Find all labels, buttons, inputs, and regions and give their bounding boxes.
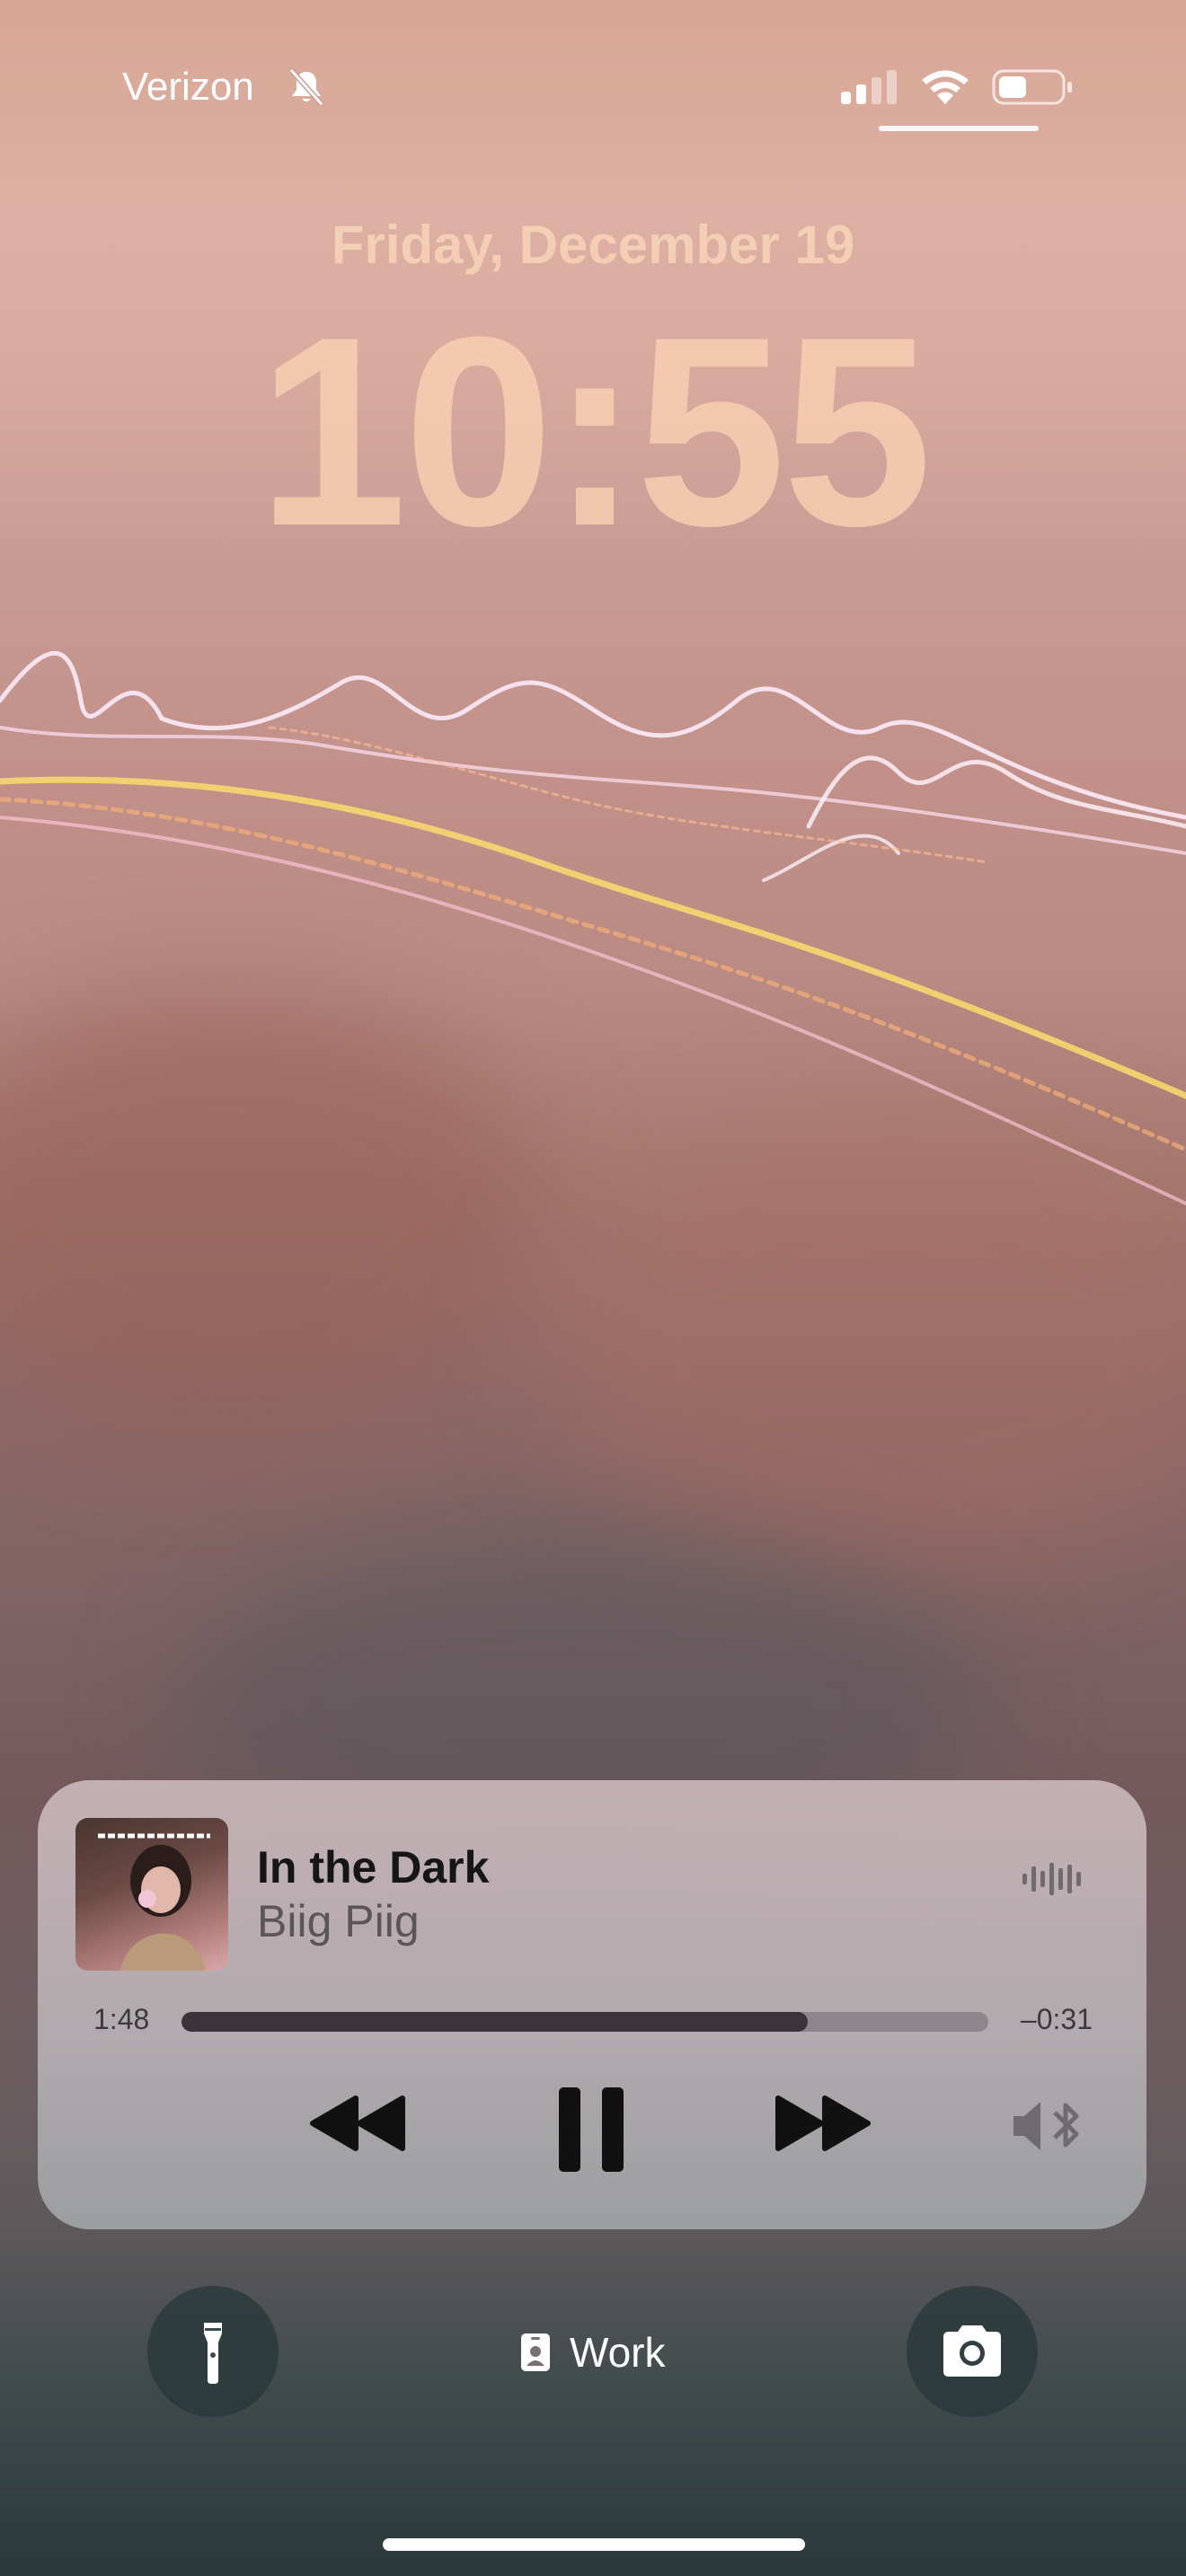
- progress-fill: [181, 2012, 808, 2032]
- camera-button[interactable]: [907, 2286, 1038, 2417]
- pause-icon[interactable]: [557, 2086, 625, 2174]
- flashlight-icon: [204, 2323, 222, 2384]
- waveform-icon[interactable]: [1022, 1859, 1082, 1899]
- cellular-signal-icon: [841, 70, 897, 104]
- remaining-time: –0:31: [1020, 2003, 1093, 2035]
- wallpaper-light-streaks: [0, 651, 1186, 1205]
- progress-scrubber[interactable]: [181, 2012, 988, 2032]
- status-underline: [879, 126, 1039, 131]
- lock-date: Friday, December 19: [331, 215, 855, 275]
- fast-forward-icon[interactable]: [774, 2095, 872, 2152]
- wifi-icon: [922, 70, 969, 104]
- album-artwork[interactable]: [75, 1818, 228, 1971]
- lock-screen: Verizon Friday, December 19 10:55 In the…: [0, 0, 1186, 2576]
- elapsed-time: 1:48: [93, 2003, 150, 2035]
- focus-mode-label: Work: [570, 2329, 666, 2376]
- id-badge-icon: [521, 2333, 550, 2371]
- song-artist: Biig Piig: [257, 1896, 420, 1946]
- rewind-icon[interactable]: [309, 2095, 406, 2152]
- now-playing-widget[interactable]: In the Dark Biig Piig 1:48 –0:31: [38, 1780, 1146, 2229]
- bell-slash-icon: [288, 67, 324, 107]
- camera-icon: [943, 2325, 1001, 2377]
- lock-clock: 10:55: [257, 280, 932, 582]
- battery-icon: [992, 69, 1072, 105]
- flashlight-button[interactable]: [147, 2286, 279, 2417]
- home-indicator[interactable]: [383, 2538, 805, 2551]
- speaker-bluetooth-icon[interactable]: [1012, 2098, 1087, 2154]
- carrier-name: Verizon: [122, 65, 254, 109]
- song-title: In the Dark: [257, 1842, 490, 1892]
